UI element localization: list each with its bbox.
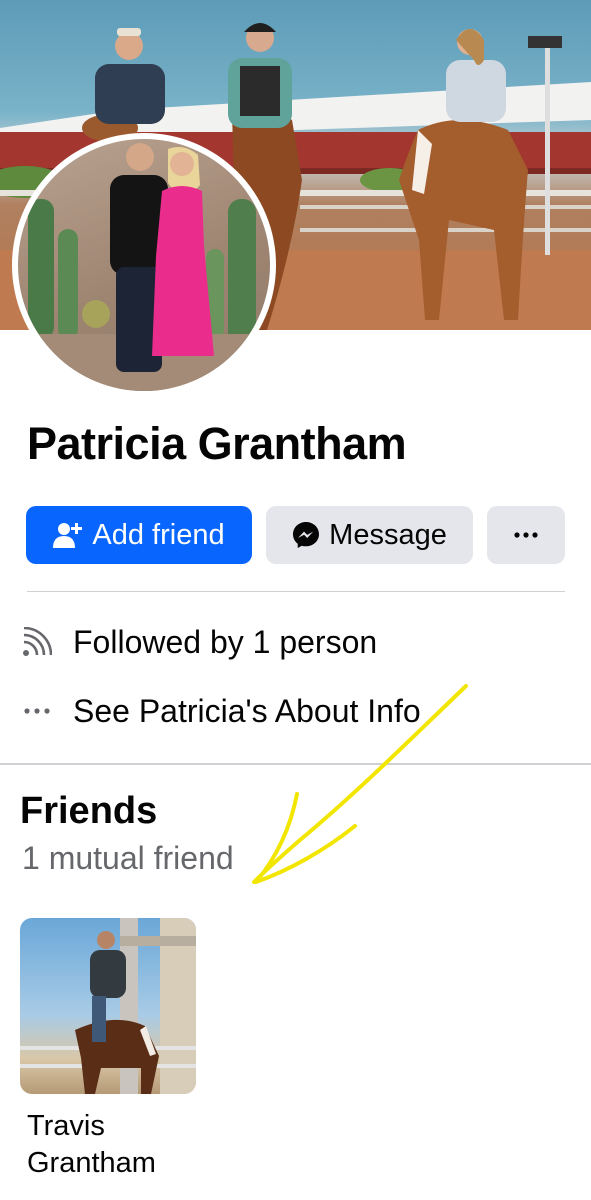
more-options-button[interactable] xyxy=(487,506,565,564)
friends-heading: Friends xyxy=(20,790,158,832)
profile-photo[interactable] xyxy=(18,139,270,391)
about-info-link[interactable]: See Patricia's About Info xyxy=(73,693,421,730)
profile-photo-illustration xyxy=(18,143,270,391)
message-label: Message xyxy=(329,518,447,551)
rss-feed-icon xyxy=(20,627,54,657)
more-dots-icon xyxy=(20,708,54,714)
add-friend-button[interactable]: Add friend xyxy=(26,506,252,564)
message-button[interactable]: Message xyxy=(266,506,473,564)
friend-name[interactable]: Travis Grantham xyxy=(27,1108,227,1182)
add-person-icon xyxy=(53,521,83,549)
messenger-icon xyxy=(292,521,320,549)
followed-by-row: Followed by 1 person xyxy=(20,622,377,662)
profile-name: Patricia Grantham xyxy=(27,418,407,469)
friend-photo-illustration xyxy=(20,918,196,1094)
followed-by-text: Followed by 1 person xyxy=(73,623,378,660)
add-friend-label: Add friend xyxy=(92,518,225,551)
more-dots-icon xyxy=(514,532,538,538)
section-divider xyxy=(0,763,591,765)
mutual-friends-count[interactable]: 1 mutual friend xyxy=(22,840,234,877)
divider xyxy=(27,591,565,592)
about-info-row[interactable]: See Patricia's About Info xyxy=(20,691,421,731)
friend-photo[interactable] xyxy=(20,918,196,1094)
